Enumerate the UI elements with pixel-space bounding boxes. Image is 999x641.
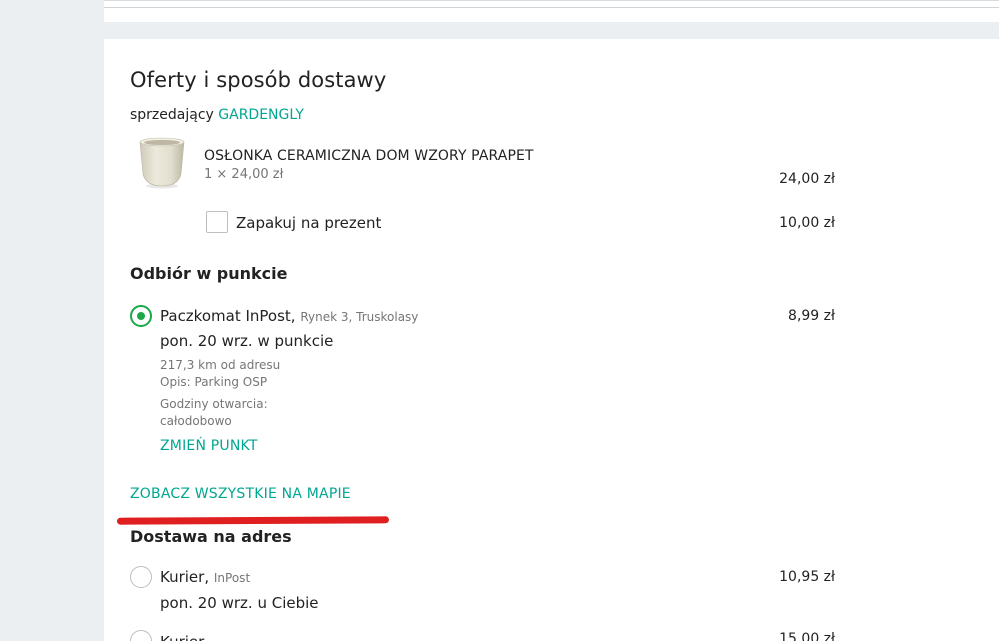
- page-background-left: [0, 0, 104, 641]
- see-all-on-map-link[interactable]: ZOBACZ WSZYSTKIE NA MAPIE: [130, 486, 351, 502]
- seller-line: sprzedający GARDENGLY: [130, 107, 304, 123]
- paczkomat-address: Rynek 3, Truskolasy: [300, 310, 419, 324]
- change-point-link[interactable]: ZMIEŃ PUNKT: [160, 438, 258, 454]
- courier-inpost-price: 10,95 zł: [779, 569, 835, 585]
- paczkomat-option-name[interactable]: Paczkomat InPost, Rynek 3, Truskolasy: [160, 307, 418, 325]
- address-delivery-section-title: Dostawa na adres: [130, 527, 292, 546]
- courier-2-option-name[interactable]: Kurier,: [160, 633, 209, 641]
- delivery-offers-card: Oferty i sposób dostawy sprzedający GARD…: [104, 39, 999, 641]
- paczkomat-hours-label: Godziny otwarcia:: [160, 397, 268, 411]
- paczkomat-name: Paczkomat InPost,: [160, 307, 296, 325]
- product-total: 24,00 zł: [779, 171, 835, 187]
- pickup-section-title: Odbiór w punkcie: [130, 264, 288, 283]
- courier-carrier: InPost: [213, 571, 251, 585]
- courier-2-radio[interactable]: [130, 630, 152, 641]
- paczkomat-hours-value: całodobowo: [160, 414, 232, 428]
- previous-card: [104, 0, 999, 22]
- paczkomat-radio[interactable]: [130, 305, 152, 327]
- courier-inpost-option-name[interactable]: Kurier, InPost: [160, 568, 250, 586]
- courier-inpost-date: pon. 20 wrz. u Ciebie: [160, 594, 319, 612]
- gift-wrap-checkbox[interactable]: [206, 211, 228, 233]
- red-underline-annotation: [116, 516, 390, 525]
- paczkomat-distance: 217,3 km od adresu: [160, 358, 281, 372]
- section-title: Oferty i sposób dostawy: [130, 68, 387, 92]
- courier-2-price: 15,00 zł: [779, 631, 835, 641]
- courier-name: Kurier,: [160, 568, 210, 586]
- seller-name-link[interactable]: GARDENGLY: [218, 107, 304, 123]
- gift-wrap-label[interactable]: Zapakuj na prezent: [236, 214, 381, 232]
- paczkomat-description: Opis: Parking OSP: [160, 375, 268, 389]
- product-qty-price: 1 × 24,00 zł: [204, 167, 284, 182]
- product-name[interactable]: OSŁONKA CERAMICZNA DOM WZORY PARAPET: [204, 148, 534, 164]
- gift-wrap-price: 10,00 zł: [779, 215, 835, 231]
- paczkomat-price: 8,99 zł: [788, 308, 835, 324]
- courier-inpost-radio[interactable]: [130, 566, 152, 588]
- seller-prefix: sprzedający: [130, 107, 214, 123]
- paczkomat-date: pon. 20 wrz. w punkcie: [160, 332, 334, 350]
- ceramic-pot-image[interactable]: [134, 134, 190, 190]
